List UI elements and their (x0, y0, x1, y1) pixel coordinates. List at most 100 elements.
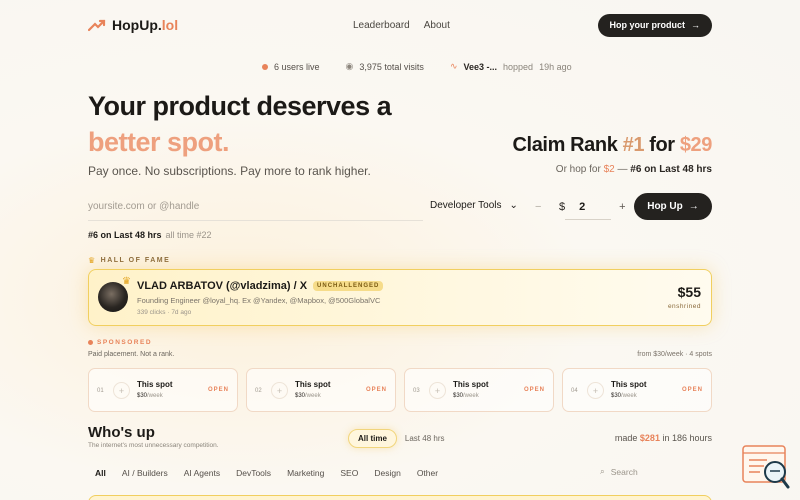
hop-your-product-label: Hop your product (609, 20, 686, 30)
sponsored-spot[interactable]: 04 + This spot $30/week OPEN (562, 368, 712, 412)
category-value: Developer Tools (430, 200, 502, 211)
brand-name: HopUp. (112, 17, 162, 33)
plus-icon: + (429, 382, 446, 399)
users-live: 6 users live (274, 61, 320, 72)
sponsored-heading: SPONSORED (88, 339, 152, 346)
plus-icon: + (113, 382, 130, 399)
earnings-summary: made $281 in 186 hours (615, 433, 712, 443)
claim-sub-dash: — (614, 164, 631, 175)
filter-devtools[interactable]: DevTools (236, 468, 271, 478)
brand[interactable]: HopUp.lol (88, 17, 178, 33)
brand-tld: lol (161, 17, 179, 33)
plus-icon: + (587, 382, 604, 399)
hero-title-line1: Your product deserves a (88, 91, 392, 121)
toggle-last-48[interactable]: Last 48 hrs (405, 434, 445, 443)
hero-title-line2: better spot. (88, 127, 230, 157)
spot-price-unit: /week (621, 393, 637, 399)
filter-seo[interactable]: SEO (340, 468, 358, 478)
spot-price: $30/week (295, 393, 321, 399)
claim-title: Claim Rank #1 for $29 (513, 134, 713, 157)
nav-link-about[interactable]: About (424, 20, 450, 31)
spot-price: $30/week (611, 393, 637, 399)
filter-other[interactable]: Other (417, 468, 438, 478)
hall-of-fame-heading: ♛ HALL OF FAME (88, 256, 170, 265)
claim-rank: Claim Rank #1 for $29 Or hop for $2 — #6… (513, 134, 713, 175)
hof-name[interactable]: VLAD ARBATOV (@vladzima) / X (137, 280, 307, 292)
spot-price-unit: /week (305, 393, 321, 399)
latest-user[interactable]: Vee3 -... (463, 62, 497, 72)
whos-up-subtitle: The internet's most unnecessary competit… (88, 442, 219, 449)
made-amount: $281 (639, 433, 660, 443)
url-input[interactable] (88, 193, 423, 221)
arrow-right-icon: → (691, 20, 700, 30)
search-input[interactable]: ⌕ Search (600, 466, 638, 477)
crown-icon: ♛ (122, 276, 131, 287)
filter-all[interactable]: All (95, 468, 106, 478)
claim-prefix: Claim Rank (512, 134, 623, 156)
toggle-all-time[interactable]: All time (348, 428, 397, 448)
hop-up-button[interactable]: Hop Up → (634, 193, 712, 220)
hop-up-label: Hop Up (647, 201, 683, 212)
sponsored-spot[interactable]: 01 + This spot $30/week OPEN (88, 368, 238, 412)
live-stats: 6 users live ◉ 3,975 total visits ∿ Vee3… (262, 61, 572, 72)
spot-price: $30/week (137, 393, 163, 399)
spot-price-value: $30 (137, 393, 148, 399)
category-filters: All AI / Builders AI Agents DevTools Mar… (95, 468, 438, 478)
spot-price-value: $30 (453, 393, 464, 399)
hop-your-product-button[interactable]: Hop your product → (597, 13, 712, 37)
plus-icon: + (271, 382, 288, 399)
spot-index: 04 (571, 388, 578, 394)
sponsored-spot[interactable]: 03 + This spot $30/week OPEN (404, 368, 554, 412)
category-select[interactable]: Developer Tools ⌄ (430, 200, 518, 211)
pulse-icon: ∿ (449, 61, 458, 71)
list-item[interactable] (88, 495, 712, 500)
rank-preview: #6 on Last 48 hrs all time #22 (88, 230, 212, 240)
hall-of-fame-label: HALL OF FAME (100, 257, 171, 264)
latest-action: hopped (503, 61, 534, 72)
claim-sub-rank: #6 on Last 48 hrs (630, 164, 712, 175)
claim-sub-price: $2 (603, 164, 615, 175)
arrow-right-icon: → (688, 201, 699, 212)
hof-status: enshrined (667, 303, 701, 310)
increment-button[interactable]: + (619, 201, 633, 213)
spot-index: 03 (413, 388, 420, 394)
rank-preview-sub: all time #22 (165, 230, 212, 240)
total-visits: 3,975 total visits (359, 61, 424, 72)
live-dot-icon (262, 63, 268, 70)
claim-sub-prefix: Or hop for (555, 164, 604, 175)
eye-icon: ◉ (345, 61, 354, 71)
decrement-button[interactable]: − (535, 201, 549, 213)
chevron-down-icon: ⌄ (509, 200, 518, 211)
filter-marketing[interactable]: Marketing (287, 468, 324, 478)
page-title: Your product deserves a better spot. (88, 88, 392, 160)
spot-status: OPEN (365, 387, 387, 393)
claim-price: $29 (679, 134, 713, 156)
hof-meta: 339 clicks · 7d ago (137, 309, 192, 316)
feedback-widget-icon[interactable] (742, 444, 790, 490)
spot-price-value: $30 (295, 393, 306, 399)
hall-of-fame-card[interactable]: ♛ VLAD ARBATOV (@vladzima) / X UNCHALLEN… (88, 269, 712, 326)
spot-price-unit: /week (463, 393, 479, 399)
filter-ai-builders[interactable]: AI / Builders (122, 468, 168, 478)
sponsored-price-note: from $30/week · 4 spots (637, 351, 712, 358)
filter-ai-agents[interactable]: AI Agents (184, 468, 220, 478)
crown-icon: ♛ (88, 256, 97, 265)
nav-links: Leaderboard About (353, 20, 450, 31)
spot-price: $30/week (453, 393, 479, 399)
sponsored-note: Paid placement. Not a rank. (88, 351, 175, 358)
search-placeholder: Search (610, 466, 638, 477)
spot-price-unit: /week (147, 393, 163, 399)
top-nav: HopUp.lol Leaderboard About Hop your pro… (88, 10, 712, 40)
search-icon: ⌕ (600, 466, 605, 476)
sponsored-spot[interactable]: 02 + This spot $30/week OPEN (246, 368, 396, 412)
made-suffix: in 186 hours (659, 433, 712, 443)
filter-design[interactable]: Design (374, 468, 400, 478)
amount-input[interactable]: 2 (565, 194, 612, 220)
spot-index: 02 (255, 388, 262, 394)
time-range-toggle: All time Last 48 hrs (348, 427, 444, 449)
hof-title: VLAD ARBATOV (@vladzima) / X UNCHALLENGE… (137, 280, 384, 292)
nav-link-leaderboard[interactable]: Leaderboard (353, 20, 410, 31)
trend-arrow-icon (88, 19, 106, 32)
claim-rank-number: #1 (622, 134, 645, 156)
amount-stepper: − $ 2 + (535, 193, 633, 221)
